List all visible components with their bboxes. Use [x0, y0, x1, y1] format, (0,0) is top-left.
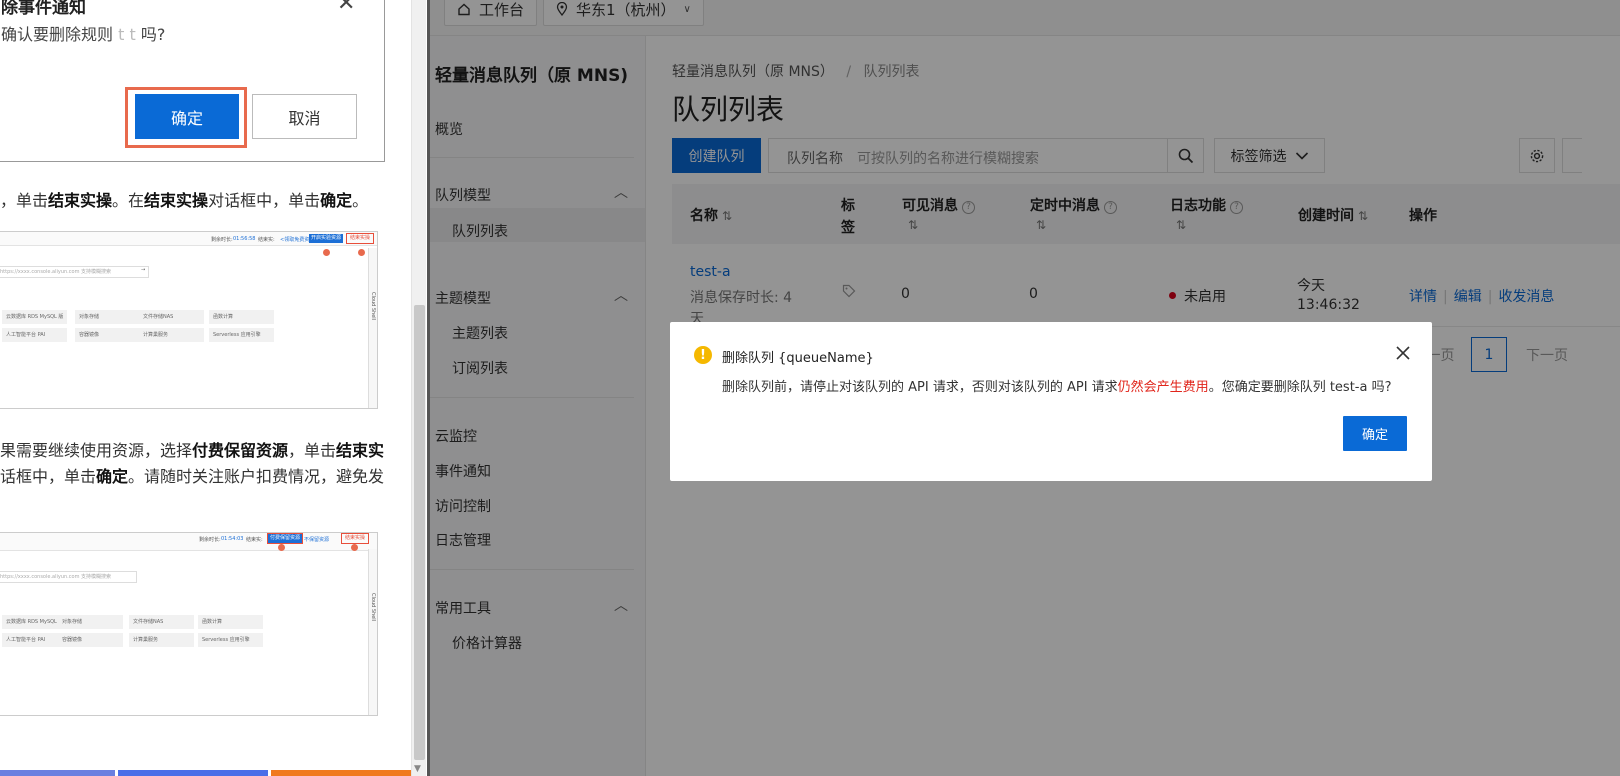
doc-paragraph-2-line2: 话框中，单击确定。请随时关注账户扣费情况，避免发 — [0, 467, 385, 486]
doc-dialog-question: 确认要删除规则 t t 吗? — [1, 25, 166, 44]
dialog-title: 删除队列 {queueName} — [722, 351, 874, 366]
doc-panel: 除事件通知 ✕ 确认要删除规则 t t 吗? 确定 取消 ，单击结束实操。在结束… — [0, 0, 415, 776]
cost-warning-text: 仍然会产生费用 — [1117, 380, 1209, 395]
doc-ok-button[interactable]: 确定 — [135, 94, 239, 139]
doc-paragraph-2-line1: 果需要继续使用资源，选择付费保留资源，单击结束实 — [0, 441, 385, 460]
scrollbar-thumb[interactable] — [414, 305, 425, 760]
dialog-message: 删除队列前，请停止对该队列的 API 请求，否则对该队列的 API 请求仍然会产… — [722, 380, 1392, 395]
delete-queue-dialog: ! 删除队列 {queueName} 删除队列前，请停止对该队列的 API 请求… — [670, 322, 1432, 481]
confirm-button[interactable]: 确定 — [1343, 416, 1407, 451]
close-icon — [1396, 346, 1410, 360]
doc-paragraph-1: ，单击结束实操。在结束实操对话框中，单击确定。 — [0, 191, 369, 210]
warning-icon: ! — [694, 346, 712, 364]
scroll-down-icon[interactable]: ▼ — [414, 764, 421, 774]
close-button[interactable] — [1394, 344, 1412, 362]
masked-rule-name: t t — [118, 25, 136, 44]
doc-screenshot-2: 剩余时长: 01:54:03 结束实: 付费保留资源 不保留资源 结束实操 ht… — [0, 532, 378, 716]
doc-cancel-button[interactable]: 取消 — [252, 94, 357, 139]
doc-screenshot-1: 剩余时长: 01:56:58 结束实: <领取免费资源 开启实验资源 结束实操 … — [0, 231, 378, 409]
close-icon: ✕ — [337, 0, 356, 16]
doc-dialog-title: 除事件通知 — [1, 0, 86, 18]
doc-scrollbar[interactable]: ▼ — [411, 0, 426, 776]
